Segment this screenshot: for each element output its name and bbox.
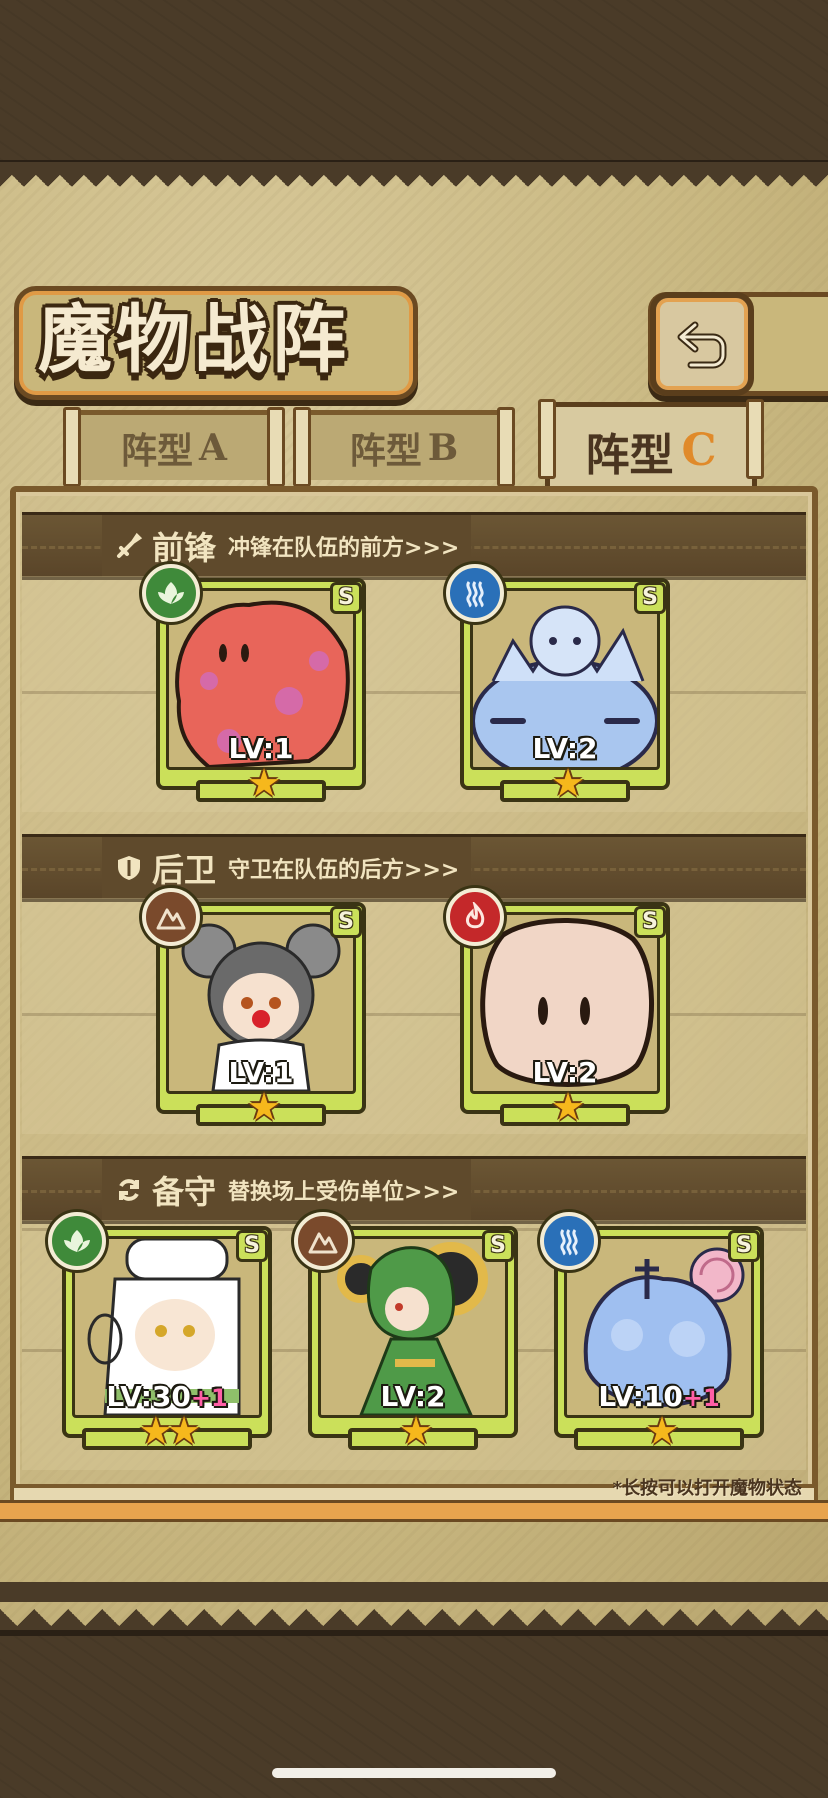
star-rating: ★ — [550, 761, 585, 805]
section-header-vanguard: 前锋 冲锋在队伍的前方>>> — [22, 512, 806, 580]
section-title: 后卫 — [152, 851, 217, 889]
torn-edge-bottom — [0, 1582, 828, 1630]
tab-label: 阵型 — [585, 429, 674, 481]
section-title: 前锋 — [152, 529, 217, 567]
torn-edge-top — [0, 162, 828, 188]
tab-formation-c[interactable]: 阵型 C — [538, 399, 764, 494]
tab-label: 阵型 — [121, 429, 194, 472]
rearguard-slots — [22, 898, 806, 1134]
section-description: 守卫在队伍的后方>>> — [228, 858, 460, 883]
water-element-icon — [446, 564, 504, 622]
level-bonus: +1 — [682, 1384, 720, 1412]
earth-element-icon — [142, 888, 200, 946]
tab-post-right — [267, 407, 285, 487]
long-press-hint: *长按可以打开魔物状态 — [612, 1478, 802, 1499]
shield-icon — [114, 853, 144, 883]
panel-outer-frame — [0, 1500, 828, 1522]
star-rating: ★ — [246, 1085, 281, 1129]
page-title: 魔物战阵 — [38, 297, 350, 383]
section-title: 备守 — [152, 1173, 217, 1211]
rank-badge: S — [634, 582, 666, 614]
tab-label: 阵型 — [349, 429, 422, 472]
monster-card-vanguard-1[interactable]: S LV:1 ★ — [142, 564, 366, 802]
water-element-icon — [540, 1212, 598, 1270]
back-return-icon — [677, 321, 727, 369]
swap-cycle-icon — [114, 1175, 144, 1205]
star-rating: ★ — [550, 1085, 585, 1129]
monster-card-vanguard-2[interactable]: S LV:2 ★ — [446, 564, 670, 802]
tab-post-right — [497, 407, 515, 487]
earth-element-icon — [294, 1212, 352, 1270]
rank-badge: S — [236, 1230, 268, 1262]
rank-badge: S — [330, 582, 362, 614]
monster-card-rearguard-1[interactable]: S LV:1 ★ — [142, 888, 366, 1126]
rank-badge: S — [634, 906, 666, 938]
section-description: 替换场上受伤单位>>> — [228, 1180, 460, 1205]
level-bonus: +1 — [190, 1384, 228, 1412]
vanguard-slots — [22, 576, 806, 812]
monster-card-reserve-3[interactable]: S LV:10+1 ★ — [540, 1212, 764, 1450]
home-indicator[interactable] — [272, 1768, 556, 1778]
tab-post-right — [746, 399, 764, 479]
top-map-band — [0, 0, 828, 166]
rank-badge: S — [482, 1230, 514, 1262]
tab-formation-a[interactable]: 阵型 A — [63, 407, 285, 487]
rank-badge: S — [728, 1230, 760, 1262]
back-button[interactable] — [650, 292, 754, 396]
grass-element-icon — [48, 1212, 106, 1270]
sword-icon — [114, 531, 144, 561]
monster-card-rearguard-2[interactable]: S LV:2 ★ — [446, 888, 670, 1126]
tab-letter: C — [681, 425, 717, 476]
monster-card-reserve-2[interactable]: S LV:2 ★ — [294, 1212, 518, 1450]
tab-formation-b[interactable]: 阵型 B — [293, 407, 515, 487]
tab-post-left — [538, 399, 556, 479]
section-header-reserve: 备守 替换场上受伤单位>>> — [22, 1156, 806, 1224]
tab-letter: B — [427, 426, 459, 469]
star-rating: ★ — [644, 1409, 679, 1453]
section-description: 冲锋在队伍的前方>>> — [228, 536, 460, 561]
tab-post-left — [293, 407, 311, 487]
rank-badge: S — [330, 906, 362, 938]
star-rating: ★ — [246, 761, 281, 805]
fire-element-icon — [446, 888, 504, 946]
star-rating: ★ — [398, 1409, 433, 1453]
tab-post-left — [63, 407, 81, 487]
star-rating: ★★ — [138, 1409, 201, 1453]
section-header-rearguard: 后卫 守卫在队伍的后方>>> — [22, 834, 806, 902]
tab-letter: A — [199, 426, 227, 469]
monster-card-reserve-1[interactable]: S LV:30+1 ★★ — [48, 1212, 272, 1450]
grass-element-icon — [142, 564, 200, 622]
